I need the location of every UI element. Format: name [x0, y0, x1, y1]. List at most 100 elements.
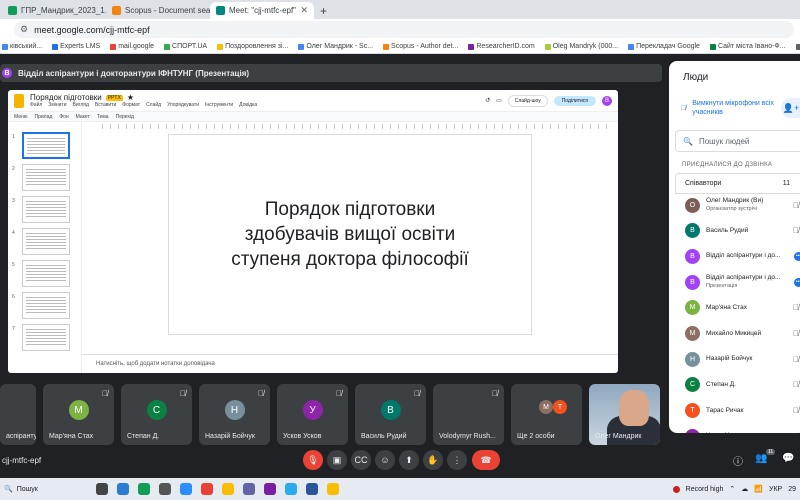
bookmark-label: Поздоровлення зі...: [225, 43, 289, 50]
slide-thumbnail: [22, 196, 70, 223]
chrome-icon[interactable]: [222, 483, 234, 495]
captions-button[interactable]: CC: [351, 450, 371, 470]
bookmark-item[interactable]: ківський...: [2, 43, 42, 50]
participant-row[interactable]: М Михайло Микицей 🎙̸: [685, 324, 800, 344]
participant-tile[interactable]: аспіранту...: [0, 384, 36, 445]
audio-active-icon[interactable]: •••: [794, 251, 800, 261]
word-icon[interactable]: [306, 483, 318, 495]
participant-tile[interactable]: Олег Мандрик: [589, 384, 660, 445]
camera-icon: ▣: [332, 454, 342, 465]
participant-tile[interactable]: М 🎙̸ Мар'яна Стах: [43, 384, 114, 445]
people-icon[interactable]: 👥: [755, 453, 767, 464]
chevron-up-icon[interactable]: ⌃: [729, 485, 735, 493]
onedrive-icon[interactable]: ☁: [741, 485, 748, 493]
zoom-icon[interactable]: [180, 483, 192, 495]
participant-name: аспіранту...: [6, 433, 36, 440]
participant-name: Олег Мандрик: [595, 433, 642, 440]
avatar: О: [685, 197, 700, 213]
participant-row[interactable]: В Відділ аспірантури і до... •••: [685, 246, 800, 266]
participant-row[interactable]: В Відділ аспірантури і до... Презентація ••…: [685, 272, 800, 292]
bookmark-label: Experts LMS: [60, 43, 101, 50]
menu-item: Формат: [122, 102, 141, 108]
task-view-icon[interactable]: [96, 483, 108, 495]
joined-section-label: ПРИЄДНАЛИСЯ ДО ДЗВІНКА: [682, 162, 773, 168]
info-icon[interactable]: ⓘ: [733, 453, 743, 468]
viber-icon[interactable]: [264, 483, 276, 495]
avatar: У: [302, 400, 323, 420]
app-icon[interactable]: [201, 483, 213, 495]
chrome-icon[interactable]: [327, 483, 339, 495]
browser-tab-meet[interactable]: Meet: "cjj-mtfc-epf" ✕: [210, 2, 314, 19]
taskbar-search[interactable]: 🔍 Пошук: [4, 485, 38, 494]
present-button[interactable]: ⬆: [399, 450, 419, 470]
participant-name: Усков Усков: [283, 433, 322, 440]
bookmark-item[interactable]: Oleg Mandryk (000...: [544, 43, 618, 50]
browser-tab-sheets[interactable]: ГПР_Мандрик_2023_1.xlsx - Go ✕: [2, 2, 106, 19]
participant-tile[interactable]: С 🎙̸ Степан Д.: [121, 384, 192, 445]
participant-tile[interactable]: 🎙̸ Volodymyr Rush...: [433, 384, 504, 445]
bookmark-item[interactable]: mail.google: [110, 43, 154, 50]
participant-info: Михайло Микицей: [706, 330, 786, 338]
participant-tile[interactable]: У 🎙̸ Усков Усков: [277, 384, 348, 445]
wifi-icon[interactable]: 📶: [754, 485, 763, 493]
slide-title: Порядок підготовки здобувачів вищої осві…: [231, 199, 469, 270]
participant-row[interactable]: Н Назарій Бойчук 🎙̸: [685, 349, 800, 369]
contributors-group[interactable]: Співавтори 11: [675, 173, 800, 194]
participant-tile[interactable]: В 🎙̸ Василь Рудий: [355, 384, 426, 445]
more-options-button[interactable]: ⋮: [447, 450, 467, 470]
audio-active-icon[interactable]: •••: [794, 277, 800, 287]
telegram-icon[interactable]: [285, 483, 297, 495]
url-field[interactable]: ⚙ meet.google.com/cjj-mtfc-epf: [14, 21, 794, 38]
teams-icon[interactable]: [243, 483, 255, 495]
browser-tab-scopus[interactable]: Scopus - Document search ✕: [106, 2, 210, 19]
participant-tile[interactable]: М Т Ще 2 особи: [511, 384, 582, 445]
add-people-button[interactable]: 👤+: [781, 98, 800, 118]
widgets-icon[interactable]: [117, 483, 129, 495]
tab-label: ГПР_Мандрик_2023_1.xlsx - Go: [21, 6, 106, 15]
new-tab-button[interactable]: +: [314, 2, 333, 19]
mic-toggle-button[interactable]: 🎙: [303, 450, 323, 470]
bookmark-item[interactable]: Олег Мандрик - Sc...: [298, 43, 373, 50]
participant-row[interactable]: Т Тарас Ричак 🎙̸: [685, 401, 800, 421]
avatar: Н: [685, 351, 700, 367]
participant-row[interactable]: У Усков Усков 🎙̸: [685, 426, 800, 433]
bookmark-item[interactable]: Scopus - Author det...: [383, 43, 458, 50]
history-icon: ↺: [485, 98, 491, 104]
leave-call-button[interactable]: ☎: [472, 450, 500, 470]
bookmark-item[interactable]: Перекладач Google: [628, 43, 700, 50]
participant-row[interactable]: В Василь Рудий 🎙̸: [685, 221, 800, 241]
raise-hand-button[interactable]: ✋: [423, 450, 443, 470]
presentation-header: В Відділ аспірантури і докторантури ІФНТ…: [0, 64, 662, 82]
participant-name: Василь Рудий: [706, 226, 749, 234]
bookmark-favicon-icon: [544, 43, 551, 50]
participant-row[interactable]: О Олег Мандрик (Ви) Організатор зустрічі 🎙̸: [685, 195, 800, 215]
menu-item: Слайд: [146, 102, 162, 108]
bookmark-item[interactable]: Поздоровлення зі...: [217, 43, 288, 50]
site-info-icon[interactable]: ⚙: [20, 24, 28, 35]
participant-row[interactable]: С Степан Д. 🎙̸: [685, 375, 800, 395]
close-icon[interactable]: ✕: [300, 5, 308, 16]
clock[interactable]: 29: [788, 486, 796, 493]
search-people-input[interactable]: 🔍 Пошук людей: [675, 130, 800, 152]
emoji-icon: ☺: [380, 455, 390, 465]
bookmark-item[interactable]: Анкетування студе...: [795, 43, 800, 50]
bookmark-item[interactable]: ResearcherID.com: [468, 43, 535, 50]
mic-off-icon: 🎙̸: [793, 226, 799, 236]
chat-icon[interactable]: 💬: [782, 453, 794, 464]
bookmark-item[interactable]: Сайт міста Івано-Ф...: [709, 43, 786, 50]
menu-item: Довідка: [239, 102, 258, 108]
avatar: В: [380, 400, 401, 420]
edge-icon[interactable]: [138, 483, 150, 495]
camera-toggle-button[interactable]: ▣: [327, 450, 347, 470]
participant-tile[interactable]: Н 🎙̸ Назарій Бойчук: [199, 384, 270, 445]
lang-indicator[interactable]: УКР: [769, 486, 782, 493]
mute-all-button[interactable]: 🎙̸ Вимкнути мікрофони всіх учасників: [676, 96, 776, 120]
bookmark-item[interactable]: СПОРТ.UA: [164, 43, 207, 50]
participant-row[interactable]: М Мар'яна Стах 🎙̸: [685, 298, 800, 318]
participant-name: Мар'яна Стах: [49, 433, 94, 440]
app-icon[interactable]: [159, 483, 171, 495]
bookmark-item[interactable]: Experts LMS: [52, 43, 100, 50]
os-taskbar: 🔍 Пошук Record high ⌃ ☁ 📶 УКР 29: [0, 478, 800, 500]
emoji-button[interactable]: ☺: [375, 450, 395, 470]
participant-info: Василь Рудий: [706, 227, 786, 235]
